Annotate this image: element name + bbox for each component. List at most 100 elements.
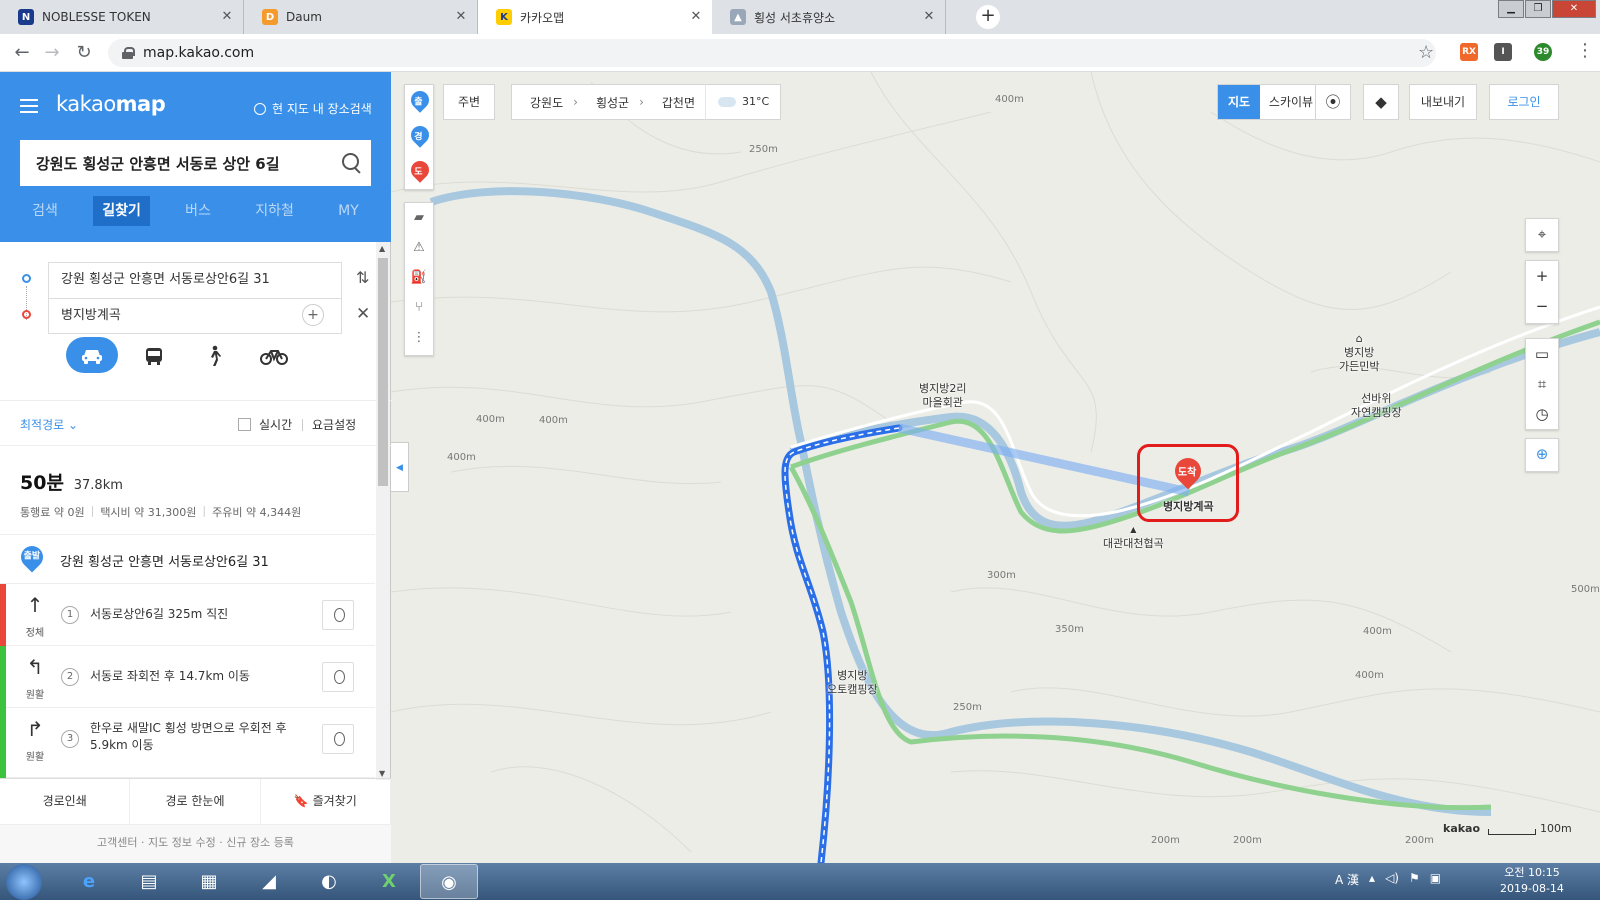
zoom-in-button[interactable]: + <box>1526 261 1558 291</box>
reload-icon[interactable]: ↻ <box>72 41 96 65</box>
nearby-button[interactable]: 주변 <box>443 84 495 120</box>
tab-bus[interactable]: 버스 <box>176 196 220 226</box>
place-label-autocamp[interactable]: 병지방 오토캠핑장 <box>827 669 878 697</box>
add-place-button[interactable]: ⊕ <box>1525 438 1559 472</box>
gas-station-icon[interactable]: ⛽ <box>405 263 433 293</box>
realtime-checkbox[interactable]: 실시간 <box>238 416 292 433</box>
route-overview-button[interactable]: 경로 한눈에 <box>130 779 261 824</box>
zoom-out-button[interactable]: − <box>1526 291 1558 321</box>
breadcrumb-town[interactable]: 갑천면 <box>662 94 695 111</box>
step-map-pin-button[interactable] <box>322 600 354 630</box>
bike-mode-button[interactable] <box>248 337 300 373</box>
volume-icon[interactable]: ◁) <box>1385 871 1399 888</box>
tab-my[interactable]: MY <box>329 196 368 226</box>
swap-route-icon[interactable]: ⇅ <box>356 268 369 287</box>
place-label-minbak[interactable]: ⌂ 병지방 가든민박 <box>1339 332 1379 374</box>
tab-directions[interactable]: 길찾기 <box>93 196 150 226</box>
address-bar[interactable]: map.kakao.com <box>108 39 1436 67</box>
minimize-icon[interactable]: ▁ <box>1498 0 1524 18</box>
search-input[interactable]: 강원도 횡성군 안흥면 서동로 상안 6길 <box>20 140 371 186</box>
maximize-icon[interactable]: ❐ <box>1525 0 1551 18</box>
map-canvas[interactable]: 400m 250m 400m 400m 400m 300m 350m 400m … <box>391 72 1600 863</box>
new-tab-button[interactable]: + <box>976 5 1000 29</box>
warning-icon[interactable]: ⚠ <box>405 233 433 263</box>
step-map-pin-button[interactable] <box>322 724 354 754</box>
route-step[interactable]: ↰ 원활 2 서동로 좌회전 후 14.7km 이동 <box>0 646 375 708</box>
route-step[interactable]: ↱ 원활 3 한우로 새말IC 횡성 방면으로 우회전 후 5.9km 이동 <box>0 708 375 778</box>
ruler-icon[interactable]: ▭ <box>1526 339 1558 369</box>
breadcrumb-county[interactable]: 횡성군 <box>596 94 629 111</box>
destination-pin-tool[interactable]: 도 <box>407 157 433 183</box>
scroll-down-icon[interactable]: ▼ <box>379 769 385 778</box>
footer-links[interactable]: 고객센터 · 지도 정보 수정 · 신규 장소 등록 <box>0 824 391 863</box>
my-location-button[interactable]: ⌖ <box>1525 218 1559 252</box>
search-icon[interactable] <box>331 140 371 186</box>
extension-info-icon[interactable]: I <box>1494 43 1512 61</box>
area-icon[interactable]: ⌗ <box>1526 369 1558 399</box>
tab-subway[interactable]: 지하철 <box>246 196 303 226</box>
weather-widget[interactable]: 31°C <box>705 84 781 120</box>
notes-icon[interactable]: ◢ <box>240 864 298 899</box>
waypoint-pin-tool[interactable]: 경 <box>407 122 433 148</box>
bus-mode-button[interactable] <box>128 337 180 373</box>
cctv-icon[interactable]: ▰ <box>405 203 433 233</box>
explorer-icon[interactable]: ▤ <box>120 864 178 899</box>
scrollbar-thumb[interactable] <box>378 258 388 486</box>
chrome-icon[interactable]: ◉ <box>420 864 478 899</box>
export-button[interactable]: 내보내기 <box>1409 84 1477 120</box>
extension-rss-icon[interactable]: RX <box>1460 43 1478 61</box>
tab-search[interactable]: 검색 <box>23 196 67 226</box>
destination-input[interactable]: 병지방계곡 <box>48 298 342 334</box>
route-step[interactable]: ↑ 정체 1 서동로상안6길 325m 직진 <box>0 584 375 646</box>
skyview-button[interactable]: 스카이뷰 <box>1260 85 1322 119</box>
restaurant-icon[interactable]: ⑂ <box>405 293 433 323</box>
hamburger-menu-icon[interactable] <box>20 99 38 113</box>
traffic-light-icon[interactable]: ⋮ <box>405 323 433 353</box>
paint-icon[interactable]: ◐ <box>300 864 358 899</box>
network-icon[interactable]: ▣ <box>1430 871 1441 888</box>
ime-indicator[interactable]: A 漢 <box>1335 871 1359 888</box>
calculator-icon[interactable]: ▦ <box>180 864 238 899</box>
tray-arrow-icon[interactable]: ▴ <box>1369 871 1375 888</box>
map-view-button[interactable]: 지도 <box>1218 85 1260 119</box>
layers-button[interactable]: ◆ <box>1363 84 1399 120</box>
ie-icon[interactable]: e <box>60 864 118 899</box>
add-waypoint-button[interactable]: + <box>302 304 324 326</box>
origin-pin-tool[interactable]: 출 <box>407 87 433 113</box>
place-label-gorge[interactable]: ▲ 대관대천협곡 <box>1103 522 1164 551</box>
login-button[interactable]: 로그인 <box>1489 84 1559 120</box>
best-route-dropdown[interactable]: 최적경로 ⌄ <box>20 416 78 433</box>
clear-route-icon[interactable]: ✕ <box>356 304 370 324</box>
tab-noblesse[interactable]: N NOBLESSE TOKEN ✕ <box>0 0 244 34</box>
place-label-hall[interactable]: 병지방2리 마을회관 <box>919 382 966 410</box>
window-close-icon[interactable]: ✕ <box>1552 0 1596 18</box>
tab-close-icon[interactable]: ✕ <box>219 9 235 25</box>
collapse-sidebar-button[interactable]: ◀ <box>391 442 409 492</box>
fee-settings-link[interactable]: 요금설정 <box>312 416 356 433</box>
tab-daum[interactable]: D Daum ✕ <box>244 0 478 34</box>
tab-close-icon[interactable]: ✕ <box>688 9 704 25</box>
bookmark-star-icon[interactable]: ☆ <box>1418 42 1434 63</box>
place-label-camp[interactable]: 선바위 자연캠핑장 <box>1351 392 1402 420</box>
radius-icon[interactable]: ◷ <box>1526 399 1558 429</box>
more-menu-icon[interactable]: ⋮ <box>1576 42 1594 60</box>
start-point-row[interactable]: 출발 강원 횡성군 안흥면 서동로상안6길 31 <box>0 534 375 584</box>
kakaomap-logo[interactable]: kakaomap <box>56 92 166 116</box>
origin-input[interactable]: 강원 횡성군 안흥면 서동로상안6길 31 <box>48 262 342 298</box>
print-route-button[interactable]: 경로인쇄 <box>0 779 131 824</box>
bookmark-button[interactable]: 🔖 즐겨찾기 <box>261 779 391 824</box>
step-map-pin-button[interactable] <box>322 662 354 692</box>
tab-close-icon[interactable]: ✕ <box>921 9 937 25</box>
back-arrow-icon[interactable]: ← <box>10 41 34 65</box>
breadcrumb-province[interactable]: 강원도 <box>530 94 563 111</box>
scroll-up-icon[interactable]: ▲ <box>379 244 385 253</box>
destination-label[interactable]: 병지방계곡 <box>1163 500 1214 514</box>
tab-close-icon[interactable]: ✕ <box>453 9 469 25</box>
excel-icon[interactable]: X <box>360 864 418 899</box>
start-button[interactable] <box>6 864 42 900</box>
walk-mode-button[interactable] <box>188 337 240 373</box>
search-in-map-toggle[interactable]: 현 지도 내 장소검색 <box>254 100 372 117</box>
car-mode-button[interactable] <box>66 337 118 373</box>
sidebar-scrollbar[interactable]: ▲ ▼ <box>376 242 390 780</box>
profile-avatar[interactable]: 39 <box>1534 43 1552 61</box>
